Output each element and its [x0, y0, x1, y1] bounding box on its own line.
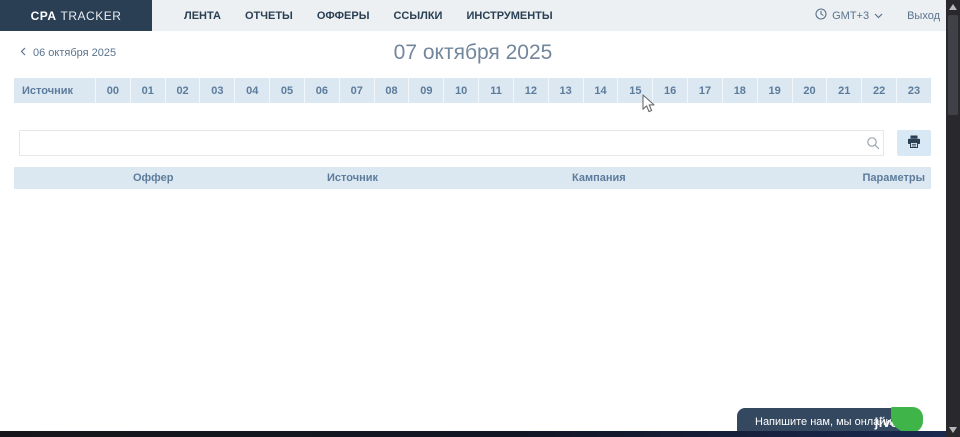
hour-cell: 12: [513, 78, 548, 103]
column-header-4: Параметры: [863, 172, 931, 184]
column-header-2: Источник: [327, 172, 572, 184]
print-icon: [907, 135, 921, 151]
hour-cell: 09: [408, 78, 443, 103]
hour-cell: 23: [896, 78, 931, 103]
clock-icon: [815, 8, 827, 23]
timezone-label: GMT+3: [832, 10, 869, 22]
page-title: 07 октября 2025: [0, 41, 946, 65]
hour-cell: 08: [374, 78, 409, 103]
hour-cell: 03: [199, 78, 234, 103]
chevron-down-icon: [874, 10, 883, 22]
brand-bold: CPA: [31, 9, 57, 23]
hour-cell: 01: [130, 78, 165, 103]
scroll-up-arrow[interactable]: [946, 0, 960, 14]
menu-item-0[interactable]: ЛЕНТА: [176, 10, 229, 22]
hour-cell: 04: [234, 78, 269, 103]
scrollbar-thumb[interactable]: [948, 15, 958, 115]
hour-cell: 16: [652, 78, 687, 103]
menu-item-4[interactable]: ИНСТРУМЕНТЫ: [458, 10, 560, 22]
hour-cell: 13: [548, 78, 583, 103]
bottom-edge-strip: [0, 431, 946, 437]
hours-header-row: Источник 0001020304050607080910111213141…: [14, 78, 931, 103]
scroll-down-arrow[interactable]: [946, 423, 960, 437]
hour-cell: 02: [165, 78, 200, 103]
hour-cell: 06: [304, 78, 339, 103]
hour-cell: 22: [861, 78, 896, 103]
hour-cell: 10: [443, 78, 478, 103]
hours-row-cells: 0001020304050607080910111213141516171819…: [95, 78, 931, 103]
column-header-1: Оффер: [133, 172, 327, 184]
hour-cell: 15: [617, 78, 652, 103]
hour-cell: 05: [269, 78, 304, 103]
app-logo[interactable]: CPA TRACKER: [0, 0, 152, 31]
hours-source-label: Источник: [14, 78, 95, 103]
column-header-3: Кампания: [572, 172, 863, 184]
timezone-dropdown[interactable]: GMT+3: [815, 8, 883, 23]
hour-cell: 00: [95, 78, 130, 103]
hour-cell: 18: [722, 78, 757, 103]
app-viewport: CPA TRACKER ЛЕНТА ОТЧЕТЫ ОФФЕРЫ ССЫЛКИ ИНСТР…: [0, 0, 960, 437]
links-table-header: ОфферИсточникКампанияПараметры: [14, 167, 931, 189]
hour-cell: 17: [687, 78, 722, 103]
menu-item-1[interactable]: ОТЧЕТЫ: [237, 10, 301, 22]
hour-cell: 21: [826, 78, 861, 103]
hour-cell: 11: [478, 78, 513, 103]
page: CPA TRACKER ЛЕНТА ОТЧЕТЫ ОФФЕРЫ ССЫЛКИ ИНСТР…: [0, 0, 946, 437]
hour-cell: 19: [757, 78, 792, 103]
menu-item-3[interactable]: ССЫЛКИ: [385, 10, 450, 22]
brand-light: TRACKER: [61, 9, 122, 23]
vertical-scrollbar[interactable]: [946, 0, 960, 437]
search-icon: [866, 136, 880, 150]
main-menu: ЛЕНТА ОТЧЕТЫ ОФФЕРЫ ССЫЛКИ ИНСТРУМЕНТЫ: [172, 0, 565, 31]
topbar-right: GMT+3 Выход: [815, 0, 940, 31]
logout-button[interactable]: Выход: [907, 10, 940, 22]
top-navigation-bar: CPA TRACKER ЛЕНТА ОТЧЕТЫ ОФФЕРЫ ССЫЛКИ ИНСТР…: [0, 0, 946, 31]
hour-cell: 14: [583, 78, 618, 103]
search-input[interactable]: [19, 130, 884, 156]
hour-cell: 20: [792, 78, 827, 103]
print-button[interactable]: [897, 130, 931, 156]
hour-cell: 07: [339, 78, 374, 103]
menu-item-2[interactable]: ОФФЕРЫ: [309, 10, 378, 22]
